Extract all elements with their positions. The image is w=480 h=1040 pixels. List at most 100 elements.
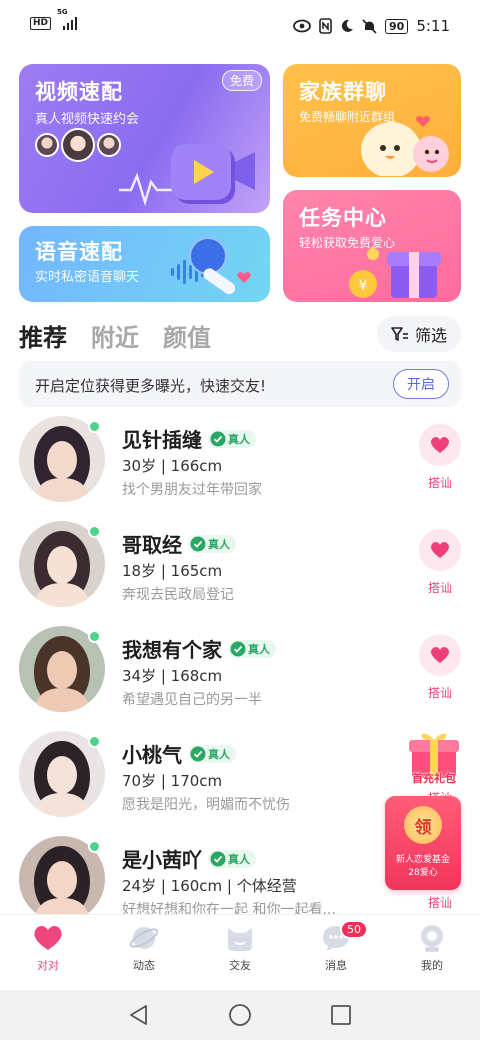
battery-indicator: 90: [385, 18, 409, 34]
family-group-card[interactable]: 家族群聊 免费畅聊附近群组: [283, 64, 461, 177]
enable-location-button[interactable]: 开启: [393, 369, 449, 399]
system-nav-bar: [0, 990, 480, 1040]
greet-button[interactable]: [419, 634, 461, 676]
online-indicator: [88, 420, 101, 433]
planet-icon: [128, 923, 160, 953]
moon-icon: [341, 19, 353, 32]
verified-check-icon: [190, 746, 206, 761]
task-center-title: 任务中心: [299, 206, 387, 230]
user-bio: 找个男朋友过年带回家: [122, 482, 262, 498]
user-meta: 30岁 | 166cm: [122, 457, 223, 475]
nav-label: 对对: [37, 959, 59, 972]
video-camera-icon: [171, 144, 255, 204]
user-bio: 奔现去民政局登记: [122, 587, 234, 603]
greet-button[interactable]: [419, 529, 461, 571]
filter-icon: [391, 327, 408, 341]
nav-label: 我的: [421, 959, 443, 972]
heart-icon: [32, 923, 64, 953]
verified-badge: 真人: [228, 639, 276, 658]
heart-icon: [431, 437, 449, 453]
recents-icon[interactable]: [330, 1004, 352, 1026]
nav-label: 交友: [229, 959, 251, 972]
user-bio: 愿我是阳光，明媚而不忧伤: [122, 797, 290, 813]
verified-check-icon: [190, 536, 206, 551]
verified-label: 真人: [228, 852, 250, 866]
chat-faces-icon: [361, 116, 449, 176]
status-right: 90 5:11: [293, 17, 450, 35]
first-recharge-gift-label[interactable]: 首充礼包: [400, 770, 468, 786]
verified-check-icon: [210, 851, 226, 866]
microphone-icon: [189, 237, 251, 295]
greet-label[interactable]: 搭讪: [420, 579, 460, 596]
nav-label: 消息: [325, 959, 347, 972]
redpacket-line2: 28爱心: [408, 868, 438, 878]
name-row: 我想有个家 真人: [122, 634, 276, 663]
eye-icon: [293, 19, 311, 33]
free-badge: 免费: [221, 70, 262, 91]
filter-label: 筛选: [414, 326, 447, 345]
back-icon[interactable]: [128, 1004, 150, 1026]
redpacket-line1: 新人恋爱基金: [395, 855, 450, 865]
home-icon[interactable]: [228, 1003, 252, 1027]
name-row: 哥取经 真人: [122, 529, 236, 558]
nfc-icon: [319, 18, 332, 34]
bottom-nav: 对对 动态 交友 50 消息 我的: [0, 914, 480, 990]
video-match-subtitle: 真人视频快速约会: [35, 112, 140, 127]
status-left: HD 5G: [30, 8, 78, 30]
tab-nearby[interactable]: 附近: [91, 318, 139, 353]
newbie-fund-redpacket[interactable]: 领 新人恋爱基金 28爱心: [385, 796, 461, 890]
tab-looks[interactable]: 颜值: [163, 318, 211, 353]
clock: 5:11: [416, 17, 450, 35]
user-card[interactable]: 见针插缝 真人 30岁 | 166cm 找个男朋友过年带回家 搭讪: [0, 416, 480, 516]
online-indicator: [88, 840, 101, 853]
profile-icon: [416, 923, 448, 953]
nav-item-messages[interactable]: 50 消息: [288, 915, 384, 990]
tab-recommend[interactable]: 推荐: [19, 318, 67, 353]
nav-item-me[interactable]: 我的: [384, 915, 480, 990]
claim-coin-icon: 领: [404, 806, 442, 844]
hd-indicator: HD: [30, 16, 52, 30]
filter-button[interactable]: 筛选: [377, 316, 461, 352]
verified-badge: 真人: [208, 429, 256, 448]
heart-icon: [431, 647, 449, 663]
user-card[interactable]: 我想有个家 真人 34岁 | 168cm 希望遇见自己的另一半 搭讪: [0, 626, 480, 726]
nav-item-friends[interactable]: 交友: [192, 915, 288, 990]
feed-tabs: 推荐 附近 颜值: [19, 318, 211, 353]
nav-item-duidui[interactable]: 对对: [0, 915, 96, 990]
voice-match-subtitle: 实时私密语音聊天: [35, 270, 140, 285]
greet-label[interactable]: 搭讪: [420, 684, 460, 701]
redpacket-text: 新人恋爱基金 28爱心: [385, 854, 461, 880]
verified-label: 真人: [228, 432, 250, 446]
verified-badge: 真人: [208, 849, 256, 868]
user-meta: 24岁 | 160cm | 个体经营: [122, 877, 297, 895]
greet-button[interactable]: [419, 424, 461, 466]
greet-label[interactable]: 搭讪: [420, 474, 460, 491]
user-name: 小桃气: [122, 743, 182, 767]
user-meta: 70岁 | 170cm: [122, 772, 223, 790]
network-label: 5G: [57, 8, 68, 16]
nav-item-moments[interactable]: 动态: [96, 915, 192, 990]
avatar: [61, 128, 95, 162]
mute-bell-icon: [362, 18, 377, 34]
unread-badge: 50: [340, 920, 368, 939]
task-center-card[interactable]: 任务中心 轻松获取免费爱心 ¥: [283, 190, 461, 302]
name-row: 见针插缝 真人: [122, 424, 256, 453]
verified-label: 真人: [248, 642, 270, 656]
status-bar: HD 5G 90 5:11: [0, 0, 480, 56]
name-row: 是小茜吖 真人: [122, 844, 256, 873]
location-banner: 开启定位获得更多曝光，快速交友! 开启: [19, 361, 461, 407]
family-group-title: 家族群聊: [299, 80, 387, 104]
svg-text:¥: ¥: [359, 278, 368, 294]
user-name: 我想有个家: [122, 638, 222, 662]
nav-label: 动态: [133, 959, 155, 972]
user-card[interactable]: 哥取经 真人 18岁 | 165cm 奔现去民政局登记 搭讪: [0, 521, 480, 621]
voice-match-title: 语音速配: [35, 240, 123, 264]
heart-icon: [431, 542, 449, 558]
voice-match-card[interactable]: 语音速配 实时私密语音聊天: [19, 226, 270, 302]
signal-icon: 5G: [57, 8, 78, 30]
avatar: [35, 133, 59, 157]
cat-face-icon: [224, 923, 256, 953]
video-match-card[interactable]: 视频速配 真人视频快速约会 免费: [19, 64, 270, 213]
user-name: 见针插缝: [122, 428, 202, 452]
greet-label[interactable]: 搭讪: [420, 894, 460, 911]
